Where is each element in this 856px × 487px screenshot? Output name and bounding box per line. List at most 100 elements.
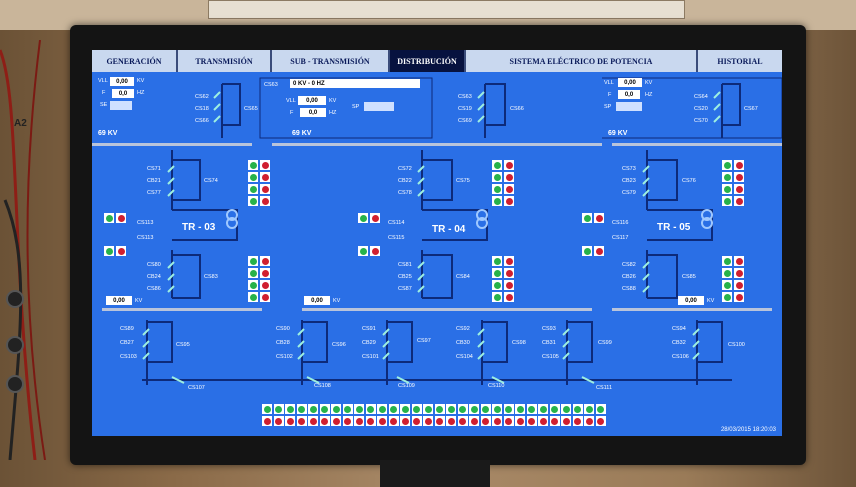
breaker-label[interactable]: CS99 <box>598 340 612 346</box>
unit-kv: KV <box>329 98 337 104</box>
status-led <box>480 416 491 426</box>
unit-hz: HZ <box>645 92 653 98</box>
breaker-label[interactable]: CB31 <box>542 340 556 346</box>
breaker-label[interactable]: CS106 <box>672 354 689 360</box>
status-led <box>331 404 341 414</box>
breaker-label[interactable]: CS104 <box>456 354 473 360</box>
status-led <box>434 404 445 414</box>
status-led <box>319 416 330 426</box>
breaker-label[interactable]: CS108 <box>314 383 331 389</box>
breaker-label[interactable]: CS70 <box>694 118 708 124</box>
breaker-label[interactable]: CS105 <box>542 354 559 360</box>
breaker-label[interactable]: CS84 <box>456 274 470 280</box>
breaker-label[interactable]: CS102 <box>276 354 293 360</box>
breaker-label[interactable]: CS92 <box>456 326 470 332</box>
busbar-69kv-right <box>612 143 782 146</box>
breaker-label[interactable]: CS64 <box>694 94 708 100</box>
breaker-label[interactable]: CS109 <box>398 383 415 389</box>
breaker-label[interactable]: CS94 <box>672 326 686 332</box>
breaker-label[interactable]: CS86 <box>147 286 161 292</box>
breaker-label[interactable]: CS115 <box>388 235 404 241</box>
breaker-label[interactable]: CS18 <box>195 106 209 112</box>
breaker-label[interactable]: CS93 <box>542 326 556 332</box>
breaker-label[interactable]: CS77 <box>147 190 161 196</box>
breaker-label[interactable]: CS67 <box>744 106 758 112</box>
breaker-label[interactable]: CS63 <box>264 82 278 88</box>
breaker-label[interactable]: CS111 <box>596 385 612 391</box>
breaker-label[interactable]: CS101 <box>362 354 379 360</box>
sp-label: SP <box>604 104 612 110</box>
breaker-label[interactable]: CS80 <box>147 262 161 268</box>
breaker-label[interactable]: CS20 <box>694 106 708 112</box>
breaker-label[interactable]: CS83 <box>204 274 218 280</box>
breaker-label[interactable]: CB32 <box>672 340 686 346</box>
status-led <box>526 404 537 414</box>
breaker-label[interactable]: CS110 <box>488 383 504 389</box>
breaker-label[interactable]: CB25 <box>398 274 412 280</box>
breaker-label[interactable]: CS72 <box>398 166 412 172</box>
breaker-label[interactable]: CS89 <box>120 326 134 332</box>
breaker-label[interactable]: CS82 <box>622 262 636 268</box>
breaker-label[interactable]: CS66 <box>195 118 209 124</box>
status-led <box>365 404 376 414</box>
status-led <box>595 404 606 414</box>
breaker-label[interactable]: CS96 <box>332 342 346 348</box>
breaker-label[interactable]: CS103 <box>120 354 137 360</box>
status-led <box>342 404 353 414</box>
breaker-label[interactable]: CS71 <box>147 166 161 172</box>
breaker-label[interactable]: CS79 <box>622 190 636 196</box>
f-value: 0,0 <box>300 108 326 117</box>
breaker-label[interactable]: CS98 <box>512 340 526 346</box>
unit-hz: HZ <box>137 90 145 96</box>
breaker-label[interactable]: CS74 <box>204 178 218 184</box>
breaker-label[interactable]: CS63 <box>458 94 472 100</box>
breaker-label[interactable]: CS95 <box>176 342 190 348</box>
breaker-label[interactable]: CS113 <box>137 235 153 241</box>
breaker-label[interactable]: CS76 <box>682 178 696 184</box>
se-value <box>110 101 132 110</box>
breaker-label[interactable]: CS88 <box>622 286 636 292</box>
status-led <box>434 416 445 426</box>
breaker-label[interactable]: CS91 <box>362 326 376 332</box>
breaker-label[interactable]: CB23 <box>622 178 636 184</box>
breaker-label[interactable]: CS113 <box>137 220 153 226</box>
breaker-label[interactable]: CS117 <box>612 235 628 241</box>
status-led <box>503 404 514 414</box>
unit-kv: KV <box>135 298 143 304</box>
breaker-label[interactable]: CB21 <box>147 178 161 184</box>
breaker-label[interactable]: CB27 <box>120 340 134 346</box>
status-led <box>423 404 433 414</box>
status-led <box>262 404 272 414</box>
breaker-label[interactable]: CS65 <box>244 106 258 112</box>
breaker-label[interactable]: CS97 <box>417 338 431 344</box>
breaker-label[interactable]: CS69 <box>458 118 472 124</box>
breaker-label[interactable]: CS90 <box>276 326 290 332</box>
breaker-label[interactable]: CS116 <box>612 220 628 226</box>
status-led <box>116 213 126 223</box>
breaker-label[interactable]: CS100 <box>728 342 745 348</box>
breaker-label[interactable]: CB22 <box>398 178 412 184</box>
breaker-label[interactable]: CS19 <box>458 106 472 112</box>
status-led <box>572 416 583 426</box>
breaker-label[interactable]: CS78 <box>398 190 412 196</box>
breaker-label[interactable]: CB28 <box>276 340 290 346</box>
breaker-label[interactable]: CS87 <box>398 286 412 292</box>
breaker-label[interactable]: CS81 <box>398 262 412 268</box>
breaker-label[interactable]: CB24 <box>147 274 161 280</box>
breaker-label[interactable]: CB29 <box>362 340 376 346</box>
breaker-label[interactable]: CS75 <box>456 178 470 184</box>
status-led <box>285 404 295 414</box>
breaker-label[interactable]: CS114 <box>388 220 404 226</box>
breaker-label[interactable]: CS73 <box>622 166 636 172</box>
breaker-label[interactable]: CS62 <box>195 94 209 100</box>
status-led <box>400 404 410 414</box>
breaker-label[interactable]: CB26 <box>622 274 636 280</box>
breaker-label[interactable]: CB30 <box>456 340 470 346</box>
breaker-label[interactable]: CS66 <box>510 106 524 112</box>
status-led <box>423 416 433 426</box>
breaker-label[interactable]: CS85 <box>682 274 696 280</box>
breaker-label[interactable]: CS107 <box>188 385 205 391</box>
status-led <box>561 404 571 414</box>
bus-kv-value: 0,00 <box>678 296 704 305</box>
status-led <box>400 416 410 426</box>
